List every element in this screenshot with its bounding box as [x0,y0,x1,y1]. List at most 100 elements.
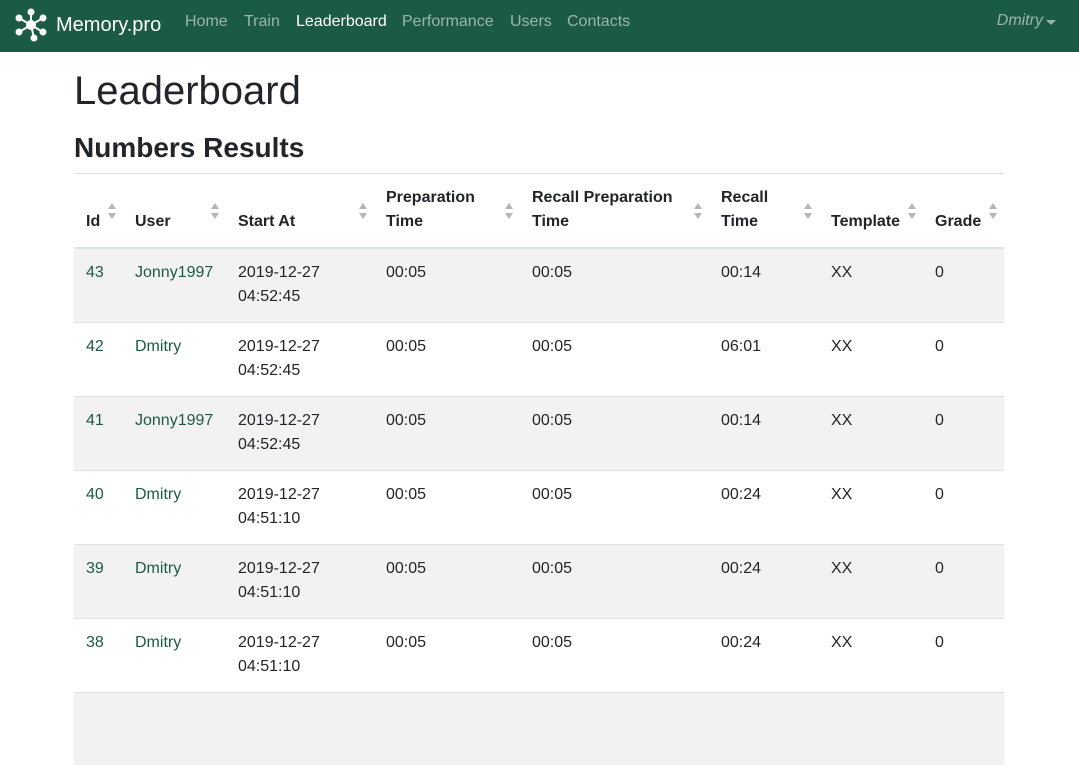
header-recall-time[interactable]: Recall Time [709,173,819,249]
cell-grade: 0 [923,469,1004,544]
cell-user: Dmitry [123,321,226,396]
user-link[interactable]: Dmitry [135,338,181,355]
cell-recall-time: 00:24 [709,469,819,544]
header-template[interactable]: Template [819,173,923,249]
header-recall-preparation-time[interactable]: Recall Preparation Time [520,173,709,249]
cell-template: XX [819,469,923,544]
cell-recall-preparation-time: 00:05 [520,247,709,322]
cell-recall-preparation-time: 00:05 [520,617,709,692]
start-date: 2019-12-27 [238,485,320,503]
id-link[interactable]: 40 [86,486,104,503]
cell-preparation-time: 00:05 [374,617,520,692]
brand-link[interactable]: Memory.pro [14,7,161,43]
cell-partial-row [74,691,1004,765]
cell-grade: 0 [923,321,1004,396]
nav-contacts[interactable]: Contacts [567,12,630,32]
sort-icon [505,203,513,219]
user-link[interactable]: Dmitry [135,634,181,651]
cell-id: 43 [74,247,123,322]
cell-start-at: 2019-12-27 04:52:45 [226,395,374,470]
results-table-container: Id User Start At Preparation Time Recall… [74,173,1004,765]
nav-home[interactable]: Home [185,12,228,32]
id-link[interactable]: 39 [86,560,104,577]
user-name: Dmitry [996,12,1043,29]
cell-start-at: 2019-12-27 04:51:10 [226,469,374,544]
table-row: 41 Jonny1997 2019-12-27 04:52:45 00:05 00… [74,395,1004,470]
cell-recall-time: 00:14 [709,395,819,470]
id-link[interactable]: 42 [86,338,104,355]
sort-icon [108,203,116,219]
start-date: 2019-12-27 [238,411,320,429]
cell-user: Dmitry [123,469,226,544]
table-row: 40 Dmitry 2019-12-27 04:51:10 00:05 00:05… [74,469,1004,544]
cell-id: 38 [74,617,123,692]
cell-template: XX [819,247,923,322]
cell-preparation-time: 00:05 [374,469,520,544]
cell-start-at: 2019-12-27 04:52:45 [226,321,374,396]
numbers-results-table: Id User Start At Preparation Time Recall… [74,173,1004,765]
table-row: 38 Dmitry 2019-12-27 04:51:10 00:05 00:05… [74,617,1004,692]
table-row: 39 Dmitry 2019-12-27 04:51:10 00:05 00:05… [74,543,1004,618]
cell-preparation-time: 00:05 [374,543,520,618]
id-link[interactable]: 38 [86,634,104,651]
start-date: 2019-12-27 [238,633,320,651]
cell-id: 42 [74,321,123,396]
start-time: 04:52:45 [238,435,301,453]
top-navbar: Memory.pro Home Train Leaderboard Perfor… [0,0,1079,52]
cell-start-at: 2019-12-27 04:51:10 [226,617,374,692]
nav-performance[interactable]: Performance [402,12,494,32]
sort-icon [908,203,916,219]
header-id[interactable]: Id [74,173,123,249]
cell-user: Dmitry [123,617,226,692]
cell-template: XX [819,321,923,396]
header-user[interactable]: User [123,173,226,249]
cell-recall-preparation-time: 00:05 [520,395,709,470]
section-title: Numbers Results [74,132,305,163]
user-link[interactable]: Jonny1997 [135,264,213,281]
sort-icon [989,203,997,219]
table-row: 42 Dmitry 2019-12-27 04:52:45 00:05 00:05… [74,321,1004,396]
cell-preparation-time: 00:05 [374,321,520,396]
caret-down-icon [1046,19,1056,25]
nav-leaderboard[interactable]: Leaderboard [296,12,387,32]
nav-users[interactable]: Users [510,12,552,32]
cell-recall-preparation-time: 00:05 [520,469,709,544]
id-link[interactable]: 41 [86,412,104,429]
cell-recall-preparation-time: 00:05 [520,543,709,618]
cell-user: Jonny1997 [123,247,226,322]
table-row: 43 Jonny1997 2019-12-27 04:52:45 00:05 00… [74,247,1004,322]
user-link[interactable]: Dmitry [135,486,181,503]
start-date: 2019-12-27 [238,559,320,577]
user-link[interactable]: Jonny1997 [135,412,213,429]
id-link[interactable]: 43 [86,264,104,281]
brand-name: Memory.pro [56,13,162,36]
start-time: 04:51:10 [238,583,301,601]
sort-icon [211,203,219,219]
header-preparation-time[interactable]: Preparation Time [374,173,520,249]
cell-grade: 0 [923,617,1004,692]
nav-train[interactable]: Train [244,12,280,32]
start-time: 04:52:45 [238,361,301,379]
start-time: 04:51:10 [238,509,301,527]
cell-template: XX [819,617,923,692]
cell-recall-preparation-time: 00:05 [520,321,709,396]
cell-preparation-time: 00:05 [374,395,520,470]
network-logo-icon [15,8,47,42]
cell-grade: 0 [923,543,1004,618]
cell-recall-time: 06:01 [709,321,819,396]
cell-recall-time: 00:14 [709,247,819,322]
cell-id: 40 [74,469,123,544]
header-start-at[interactable]: Start At [226,173,374,249]
sort-icon [359,203,367,219]
user-link[interactable]: Dmitry [135,560,181,577]
cell-start-at: 2019-12-27 04:52:45 [226,247,374,322]
start-time: 04:51:10 [238,657,301,675]
header-grade[interactable]: Grade [923,173,1004,249]
sort-icon [804,203,812,219]
table-row [74,691,1004,765]
user-dropdown[interactable]: Dmitry [997,12,1056,30]
table-header-row: Id User Start At Preparation Time Recall… [74,173,1004,249]
cell-id: 41 [74,395,123,470]
cell-user: Jonny1997 [123,395,226,470]
cell-template: XX [819,395,923,470]
